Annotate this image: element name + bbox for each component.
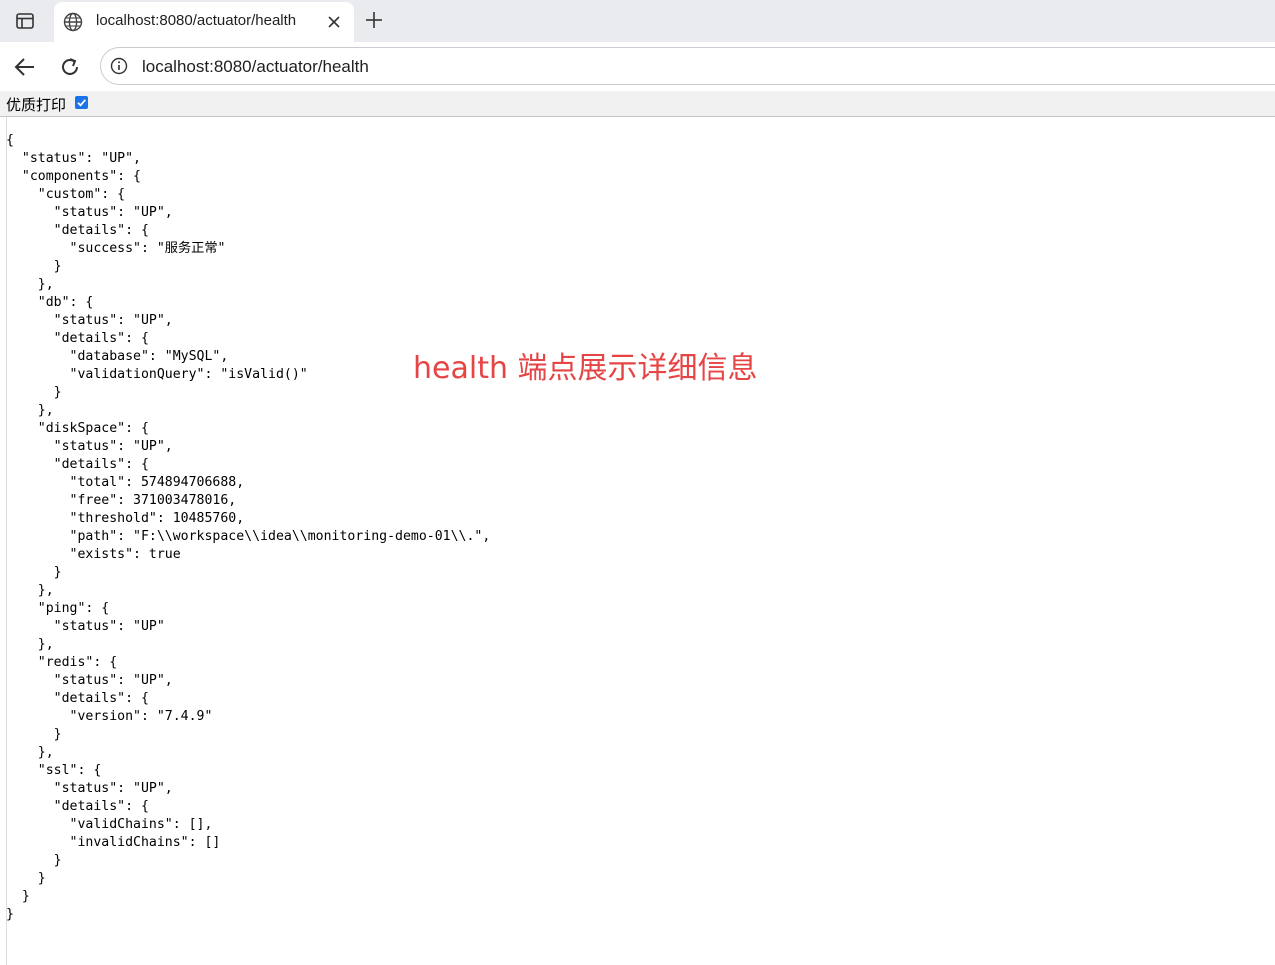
tab-active[interactable]: localhost:8080/actuator/health (54, 2, 354, 42)
info-icon[interactable] (110, 57, 128, 75)
annotation-text: health 端点展示详细信息 (413, 351, 758, 386)
reload-button[interactable] (55, 52, 85, 82)
address-bar[interactable]: localhost:8080/actuator/health (100, 47, 1275, 85)
back-arrow-icon (14, 58, 34, 76)
tab-actions-button[interactable] (8, 6, 42, 36)
tab-close-button[interactable] (324, 12, 344, 32)
tab-title: localhost:8080/actuator/health (96, 12, 297, 29)
back-button[interactable] (10, 52, 40, 82)
tab-strip: localhost:8080/actuator/health (0, 0, 1275, 42)
json-body: { "status": "UP", "components": { "custo… (6, 133, 491, 922)
address-url[interactable]: localhost:8080/actuator/health (142, 57, 369, 77)
browser-toolbar: localhost:8080/actuator/health (0, 42, 1275, 90)
pretty-print-bar: 优质打印 (0, 91, 1275, 117)
pretty-print-checkbox[interactable] (75, 96, 88, 109)
globe-icon (63, 12, 83, 32)
pretty-print-label: 优质打印 (6, 96, 67, 114)
plus-icon (366, 12, 382, 28)
checkmark-icon (77, 99, 86, 107)
tab-actions-icon (16, 13, 34, 29)
close-icon (328, 16, 340, 28)
new-tab-button[interactable] (360, 6, 388, 34)
reload-icon (62, 58, 78, 75)
